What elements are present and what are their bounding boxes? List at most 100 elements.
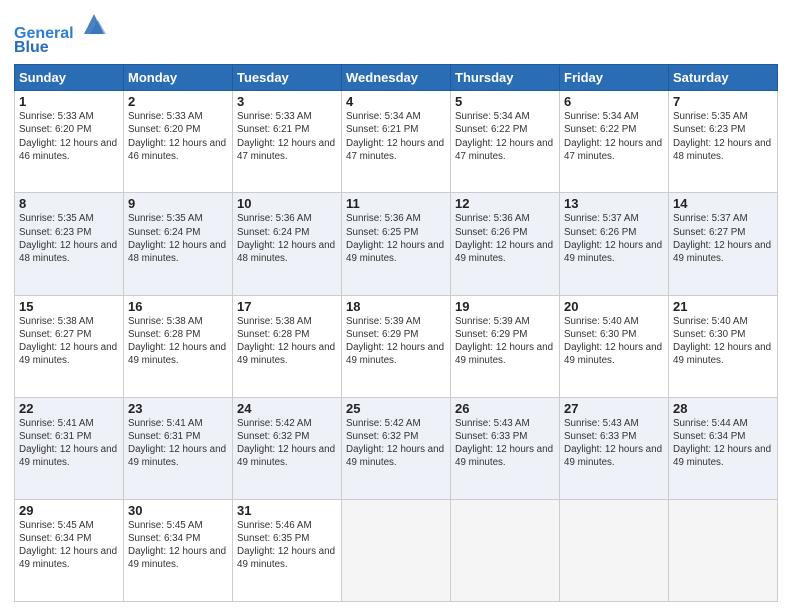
- day-number: 24: [237, 401, 337, 416]
- calendar-cell: 5Sunrise: 5:34 AMSunset: 6:22 PMDaylight…: [451, 91, 560, 193]
- day-header-saturday: Saturday: [669, 65, 778, 91]
- day-number: 29: [19, 503, 119, 518]
- calendar-week-1: 8Sunrise: 5:35 AMSunset: 6:23 PMDaylight…: [15, 193, 778, 295]
- day-info: Sunrise: 5:37 AMSunset: 6:26 PMDaylight:…: [564, 212, 664, 265]
- day-info: Sunrise: 5:46 AMSunset: 6:35 PMDaylight:…: [237, 519, 337, 572]
- day-number: 21: [673, 299, 773, 314]
- day-info: Sunrise: 5:34 AMSunset: 6:22 PMDaylight:…: [455, 110, 555, 163]
- calendar-cell: 29Sunrise: 5:45 AMSunset: 6:34 PMDayligh…: [15, 499, 124, 601]
- day-info: Sunrise: 5:33 AMSunset: 6:20 PMDaylight:…: [19, 110, 119, 163]
- calendar-cell: 19Sunrise: 5:39 AMSunset: 6:29 PMDayligh…: [451, 295, 560, 397]
- day-number: 10: [237, 196, 337, 211]
- day-header-monday: Monday: [124, 65, 233, 91]
- calendar-cell: 14Sunrise: 5:37 AMSunset: 6:27 PMDayligh…: [669, 193, 778, 295]
- day-info: Sunrise: 5:33 AMSunset: 6:21 PMDaylight:…: [237, 110, 337, 163]
- calendar-cell: 10Sunrise: 5:36 AMSunset: 6:24 PMDayligh…: [233, 193, 342, 295]
- day-number: 12: [455, 196, 555, 211]
- calendar-cell: 7Sunrise: 5:35 AMSunset: 6:23 PMDaylight…: [669, 91, 778, 193]
- calendar-cell: 12Sunrise: 5:36 AMSunset: 6:26 PMDayligh…: [451, 193, 560, 295]
- calendar-cell: 16Sunrise: 5:38 AMSunset: 6:28 PMDayligh…: [124, 295, 233, 397]
- logo-text: General: [14, 10, 108, 43]
- day-header-tuesday: Tuesday: [233, 65, 342, 91]
- header: General Blue: [14, 10, 778, 56]
- day-info: Sunrise: 5:35 AMSunset: 6:23 PMDaylight:…: [19, 212, 119, 265]
- calendar-cell: [451, 499, 560, 601]
- day-info: Sunrise: 5:45 AMSunset: 6:34 PMDaylight:…: [19, 519, 119, 572]
- calendar-week-4: 29Sunrise: 5:45 AMSunset: 6:34 PMDayligh…: [15, 499, 778, 601]
- day-info: Sunrise: 5:33 AMSunset: 6:20 PMDaylight:…: [128, 110, 228, 163]
- day-number: 27: [564, 401, 664, 416]
- day-info: Sunrise: 5:35 AMSunset: 6:23 PMDaylight:…: [673, 110, 773, 163]
- day-number: 13: [564, 196, 664, 211]
- day-number: 23: [128, 401, 228, 416]
- day-info: Sunrise: 5:39 AMSunset: 6:29 PMDaylight:…: [455, 315, 555, 368]
- calendar-cell: [342, 499, 451, 601]
- calendar-cell: 11Sunrise: 5:36 AMSunset: 6:25 PMDayligh…: [342, 193, 451, 295]
- calendar-cell: 25Sunrise: 5:42 AMSunset: 6:32 PMDayligh…: [342, 397, 451, 499]
- calendar-cell: [560, 499, 669, 601]
- day-number: 15: [19, 299, 119, 314]
- calendar-cell: 15Sunrise: 5:38 AMSunset: 6:27 PMDayligh…: [15, 295, 124, 397]
- day-number: 6: [564, 94, 664, 109]
- calendar-cell: 17Sunrise: 5:38 AMSunset: 6:28 PMDayligh…: [233, 295, 342, 397]
- calendar-cell: 9Sunrise: 5:35 AMSunset: 6:24 PMDaylight…: [124, 193, 233, 295]
- day-number: 20: [564, 299, 664, 314]
- day-info: Sunrise: 5:38 AMSunset: 6:28 PMDaylight:…: [237, 315, 337, 368]
- day-info: Sunrise: 5:38 AMSunset: 6:28 PMDaylight:…: [128, 315, 228, 368]
- day-info: Sunrise: 5:44 AMSunset: 6:34 PMDaylight:…: [673, 417, 773, 470]
- calendar-cell: 20Sunrise: 5:40 AMSunset: 6:30 PMDayligh…: [560, 295, 669, 397]
- day-info: Sunrise: 5:40 AMSunset: 6:30 PMDaylight:…: [673, 315, 773, 368]
- day-number: 14: [673, 196, 773, 211]
- calendar: SundayMondayTuesdayWednesdayThursdayFrid…: [14, 64, 778, 602]
- logo: General Blue: [14, 10, 108, 56]
- calendar-cell: 30Sunrise: 5:45 AMSunset: 6:34 PMDayligh…: [124, 499, 233, 601]
- day-info: Sunrise: 5:36 AMSunset: 6:24 PMDaylight:…: [237, 212, 337, 265]
- calendar-cell: 8Sunrise: 5:35 AMSunset: 6:23 PMDaylight…: [15, 193, 124, 295]
- day-header-friday: Friday: [560, 65, 669, 91]
- day-number: 17: [237, 299, 337, 314]
- calendar-cell: [669, 499, 778, 601]
- day-number: 4: [346, 94, 446, 109]
- day-number: 19: [455, 299, 555, 314]
- calendar-cell: 18Sunrise: 5:39 AMSunset: 6:29 PMDayligh…: [342, 295, 451, 397]
- day-number: 3: [237, 94, 337, 109]
- day-info: Sunrise: 5:40 AMSunset: 6:30 PMDaylight:…: [564, 315, 664, 368]
- calendar-cell: 1Sunrise: 5:33 AMSunset: 6:20 PMDaylight…: [15, 91, 124, 193]
- calendar-cell: 28Sunrise: 5:44 AMSunset: 6:34 PMDayligh…: [669, 397, 778, 499]
- day-info: Sunrise: 5:36 AMSunset: 6:26 PMDaylight:…: [455, 212, 555, 265]
- day-info: Sunrise: 5:41 AMSunset: 6:31 PMDaylight:…: [128, 417, 228, 470]
- day-header-thursday: Thursday: [451, 65, 560, 91]
- day-number: 16: [128, 299, 228, 314]
- day-number: 1: [19, 94, 119, 109]
- calendar-week-2: 15Sunrise: 5:38 AMSunset: 6:27 PMDayligh…: [15, 295, 778, 397]
- day-info: Sunrise: 5:39 AMSunset: 6:29 PMDaylight:…: [346, 315, 446, 368]
- day-header-sunday: Sunday: [15, 65, 124, 91]
- calendar-cell: 27Sunrise: 5:43 AMSunset: 6:33 PMDayligh…: [560, 397, 669, 499]
- day-info: Sunrise: 5:35 AMSunset: 6:24 PMDaylight:…: [128, 212, 228, 265]
- day-number: 30: [128, 503, 228, 518]
- day-info: Sunrise: 5:41 AMSunset: 6:31 PMDaylight:…: [19, 417, 119, 470]
- calendar-cell: 2Sunrise: 5:33 AMSunset: 6:20 PMDaylight…: [124, 91, 233, 193]
- calendar-week-0: 1Sunrise: 5:33 AMSunset: 6:20 PMDaylight…: [15, 91, 778, 193]
- day-info: Sunrise: 5:43 AMSunset: 6:33 PMDaylight:…: [564, 417, 664, 470]
- calendar-cell: 31Sunrise: 5:46 AMSunset: 6:35 PMDayligh…: [233, 499, 342, 601]
- day-info: Sunrise: 5:42 AMSunset: 6:32 PMDaylight:…: [346, 417, 446, 470]
- calendar-cell: 22Sunrise: 5:41 AMSunset: 6:31 PMDayligh…: [15, 397, 124, 499]
- day-number: 28: [673, 401, 773, 416]
- calendar-cell: 26Sunrise: 5:43 AMSunset: 6:33 PMDayligh…: [451, 397, 560, 499]
- day-info: Sunrise: 5:36 AMSunset: 6:25 PMDaylight:…: [346, 212, 446, 265]
- day-number: 25: [346, 401, 446, 416]
- day-info: Sunrise: 5:38 AMSunset: 6:27 PMDaylight:…: [19, 315, 119, 368]
- calendar-cell: 13Sunrise: 5:37 AMSunset: 6:26 PMDayligh…: [560, 193, 669, 295]
- logo-icon: [80, 10, 108, 38]
- day-info: Sunrise: 5:37 AMSunset: 6:27 PMDaylight:…: [673, 212, 773, 265]
- day-info: Sunrise: 5:34 AMSunset: 6:22 PMDaylight:…: [564, 110, 664, 163]
- calendar-cell: 23Sunrise: 5:41 AMSunset: 6:31 PMDayligh…: [124, 397, 233, 499]
- calendar-cell: 21Sunrise: 5:40 AMSunset: 6:30 PMDayligh…: [669, 295, 778, 397]
- day-header-wednesday: Wednesday: [342, 65, 451, 91]
- day-info: Sunrise: 5:42 AMSunset: 6:32 PMDaylight:…: [237, 417, 337, 470]
- day-number: 8: [19, 196, 119, 211]
- calendar-cell: 6Sunrise: 5:34 AMSunset: 6:22 PMDaylight…: [560, 91, 669, 193]
- day-number: 7: [673, 94, 773, 109]
- day-number: 26: [455, 401, 555, 416]
